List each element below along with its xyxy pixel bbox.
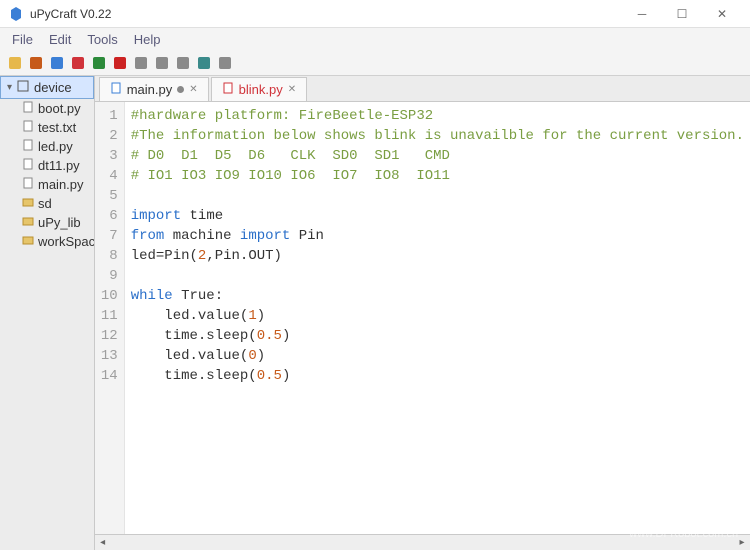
editor-tab[interactable]: blink.py ✕ (211, 77, 307, 101)
scroll-right-icon[interactable]: ▸ (734, 537, 750, 548)
chevron-down-icon: ▾ (7, 82, 12, 93)
minimize-button[interactable]: ─ (622, 0, 662, 28)
maximize-button[interactable]: ☐ (662, 0, 702, 28)
tree-item[interactable]: uPy_lib (0, 213, 94, 232)
run-icon[interactable] (90, 54, 108, 72)
stop-icon[interactable] (111, 54, 129, 72)
tab-bar: main.py ✕ blink.py ✕ (95, 76, 750, 102)
tree-item-label: dt11.py (38, 158, 80, 173)
tree-item[interactable]: boot.py (0, 99, 94, 118)
code-content[interactable]: #hardware platform: FireBeetle-ESP32#The… (125, 102, 750, 534)
tree-item-label: workSpace (38, 234, 95, 249)
workspace: ▾ device boot.py test.txt led.py dt11.py mai… (0, 76, 750, 550)
close-button[interactable]: ✕ (702, 0, 742, 28)
tab-close-icon[interactable]: ✕ (288, 84, 296, 95)
line-gutter: 1234567891011121314 (95, 102, 125, 534)
tree-item-label: uPy_lib (38, 215, 81, 230)
open-icon[interactable] (27, 54, 45, 72)
tree-root-label: device (34, 80, 72, 95)
tree-item-label: sd (38, 196, 52, 211)
file-icon (22, 101, 34, 116)
tree-item[interactable]: test.txt (0, 118, 94, 137)
file-icon (22, 215, 34, 230)
tab-label: main.py (127, 82, 173, 97)
scroll-left-icon[interactable]: ◂ (95, 537, 111, 548)
tree-item[interactable]: sd (0, 194, 94, 213)
tree-item-label: test.txt (38, 120, 76, 135)
file-icon (22, 120, 34, 135)
file-icon (110, 82, 122, 97)
clear-icon[interactable] (216, 54, 234, 72)
window-title: uPyCraft V0.22 (30, 7, 622, 21)
device-icon (16, 79, 30, 96)
app-icon (8, 6, 24, 22)
menu-file[interactable]: File (4, 30, 41, 49)
tree-item[interactable]: main.py (0, 175, 94, 194)
save-icon[interactable] (48, 54, 66, 72)
file-icon (22, 158, 34, 173)
connect-icon[interactable] (132, 54, 150, 72)
file-icon (22, 177, 34, 192)
file-icon (22, 234, 34, 249)
tree-item-label: main.py (38, 177, 84, 192)
tree-item[interactable]: workSpace (0, 232, 94, 251)
tree-item[interactable]: led.py (0, 137, 94, 156)
title-bar: uPyCraft V0.22 ─ ☐ ✕ (0, 0, 750, 28)
undo-icon[interactable] (153, 54, 171, 72)
tab-close-icon[interactable]: ✕ (189, 84, 197, 95)
file-icon (222, 82, 234, 97)
editor-tab[interactable]: main.py ✕ (99, 77, 209, 101)
redo-icon[interactable] (174, 54, 192, 72)
menu-edit[interactable]: Edit (41, 30, 79, 49)
dirty-indicator-icon (177, 86, 184, 93)
new-icon[interactable] (6, 54, 24, 72)
download-icon[interactable] (69, 54, 87, 72)
tree-item-label: boot.py (38, 101, 81, 116)
menu-tools[interactable]: Tools (79, 30, 125, 49)
horizontal-scrollbar[interactable]: ◂ ▸ (95, 534, 750, 550)
file-tree: ▾ device boot.py test.txt led.py dt11.py mai… (0, 76, 95, 550)
file-icon (22, 196, 34, 211)
code-editor[interactable]: 1234567891011121314 #hardware platform: … (95, 102, 750, 534)
editor-column: main.py ✕ blink.py ✕ 1234567891011121314 #h… (95, 76, 750, 550)
tree-item-label: led.py (38, 139, 73, 154)
tab-label: blink.py (239, 82, 283, 97)
check-icon[interactable] (195, 54, 213, 72)
tree-item[interactable]: dt11.py (0, 156, 94, 175)
file-icon (22, 139, 34, 154)
menu-bar: File Edit Tools Help (0, 28, 750, 50)
tree-root-device[interactable]: ▾ device (0, 76, 94, 99)
menu-help[interactable]: Help (126, 30, 169, 49)
toolbar (0, 50, 750, 76)
